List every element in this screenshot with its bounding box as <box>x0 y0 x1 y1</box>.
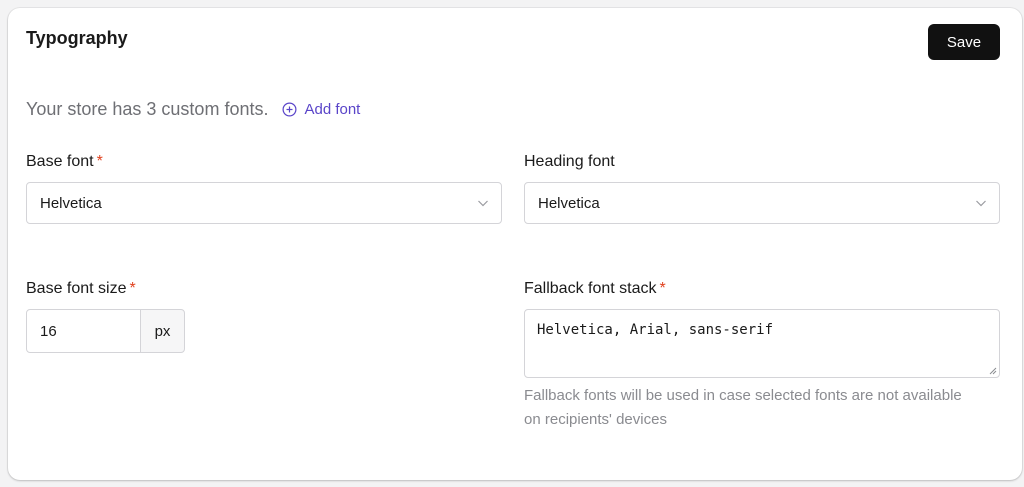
resize-handle-icon[interactable] <box>988 366 997 375</box>
heading-font-select[interactable]: Helvetica <box>524 182 1000 224</box>
typography-card: Typography Save Your store has 3 custom … <box>8 8 1022 480</box>
chevron-down-icon <box>478 200 488 207</box>
fallback-font-stack-textarea[interactable]: Helvetica, Arial, sans-serif <box>524 309 1000 378</box>
custom-fonts-count-text: Your store has 3 custom fonts. <box>26 98 269 119</box>
required-marker: * <box>96 153 103 170</box>
base-font-size-label: Base font size * <box>26 280 136 298</box>
fallback-font-stack-label: Fallback font stack * <box>524 280 666 298</box>
card-title: Typography <box>26 28 128 48</box>
custom-fonts-summary: Your store has 3 custom fonts. Add font <box>26 98 360 120</box>
fallback-helper-text: Fallback fonts will be used in case sele… <box>524 387 962 428</box>
base-font-value: Helvetica <box>40 194 102 212</box>
heading-font-value: Helvetica <box>538 194 600 212</box>
base-font-size-label-text: Base font size <box>26 280 127 297</box>
fallback-font-stack-label-text: Fallback font stack <box>524 280 657 297</box>
fallback-font-stack-value: Helvetica, Arial, sans-serif <box>537 322 774 338</box>
required-marker: * <box>129 280 136 297</box>
font-size-unit-addon: px <box>140 309 185 353</box>
add-font-link[interactable]: Add font <box>282 101 360 118</box>
save-button[interactable]: Save <box>928 24 1000 60</box>
chevron-down-icon <box>976 200 986 207</box>
base-font-label: Base font * <box>26 153 103 171</box>
base-font-select[interactable]: Helvetica <box>26 182 502 224</box>
required-marker: * <box>659 280 666 297</box>
base-font-size-input[interactable]: 16 <box>26 309 141 353</box>
heading-font-label: Heading font <box>524 153 615 170</box>
add-font-label: Add font <box>304 100 361 118</box>
plus-circle-icon <box>282 102 297 116</box>
base-font-label-text: Base font <box>26 153 94 170</box>
